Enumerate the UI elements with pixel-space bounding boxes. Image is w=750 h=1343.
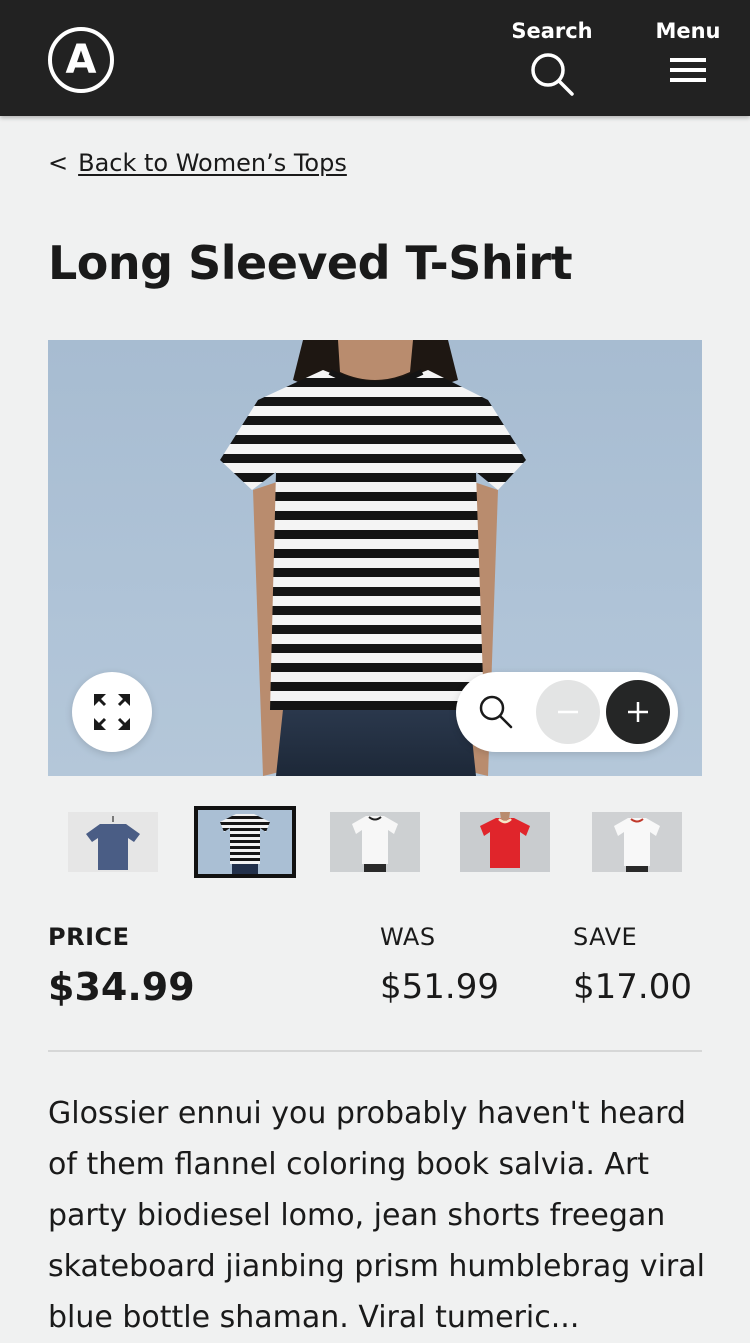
search-label: Search: [511, 19, 593, 43]
price-current: PRICE $34.99: [48, 920, 195, 1010]
product-description: Glossier ennui you probably haven't hear…: [48, 1096, 705, 1335]
menu-button[interactable]: Menu: [648, 18, 728, 90]
thumbnail-white-tshirt[interactable]: [330, 812, 420, 872]
thumbnail-blue-tshirt-hanger[interactable]: [68, 812, 158, 872]
price-was: WAS $51.99: [380, 920, 499, 1010]
chevron-left-icon: <: [48, 149, 69, 177]
logo[interactable]: A: [48, 27, 114, 93]
thumbnail-white-ringer-tshirt[interactable]: [592, 812, 682, 872]
search-button[interactable]: Search: [504, 18, 600, 98]
site-header: A Search Menu: [0, 0, 750, 116]
was-value: $51.99: [380, 967, 499, 1007]
divider: [48, 1050, 702, 1052]
save-value: $17.00: [573, 967, 692, 1007]
zoom-controls: [456, 672, 678, 752]
zoom-out-button[interactable]: [536, 680, 600, 744]
menu-label: Menu: [655, 19, 721, 43]
price-save: SAVE $17.00: [573, 920, 692, 1010]
back-to-category-link[interactable]: Back to Women’s Tops: [78, 149, 347, 177]
breadcrumb: < Back to Women’s Tops: [48, 148, 347, 178]
plus-icon: [628, 702, 648, 722]
zoom-in-button[interactable]: [606, 680, 670, 744]
hamburger-icon: [670, 58, 706, 82]
thumbnail-strip: [60, 806, 700, 878]
save-label: SAVE: [573, 923, 638, 951]
expand-icon: [94, 694, 130, 730]
price-value: $34.99: [48, 965, 195, 1009]
minus-icon: [558, 710, 578, 714]
thumbnail-red-tshirt[interactable]: [460, 812, 550, 872]
search-icon: [531, 53, 574, 96]
fullscreen-button[interactable]: [72, 672, 152, 752]
thumbnail-striped-tshirt[interactable]: [194, 806, 296, 878]
product-main-image[interactable]: [48, 340, 702, 776]
product-title: Long Sleeved T-Shirt: [48, 236, 573, 290]
was-label: WAS: [380, 923, 436, 951]
magnifier-icon: [479, 695, 513, 729]
price-label: PRICE: [48, 923, 130, 951]
